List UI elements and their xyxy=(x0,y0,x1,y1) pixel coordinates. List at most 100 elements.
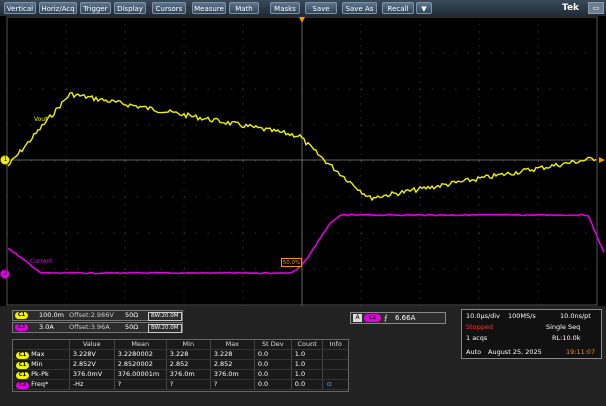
header-name xyxy=(13,340,70,350)
time-resolution: 10.0ns/pt xyxy=(560,312,591,320)
row-min: 3.228 xyxy=(166,349,211,360)
row-max: 376.0m xyxy=(210,369,255,380)
record-length: RL:10.0k xyxy=(552,334,581,342)
menu-recall[interactable]: Recall xyxy=(382,2,414,14)
header-stdev: St Dev xyxy=(254,340,292,350)
trigger-level: 6.66A xyxy=(395,314,416,322)
ch1-offset: Offset:2.986V xyxy=(69,311,114,319)
ch1-scale: 100.0m xyxy=(39,311,64,319)
trigger-source-badge: A xyxy=(353,314,362,322)
acquisition-state: Stopped xyxy=(466,323,494,331)
row-mean: 2.8520002 xyxy=(114,359,167,370)
measurement-header-row: Value Mean Min Max St Dev Count Info xyxy=(13,340,348,350)
ch1-marker-label: 1 xyxy=(3,156,8,163)
current-waveform-label: Current xyxy=(30,258,53,265)
ch2-scale: 3.0A xyxy=(39,323,54,331)
brand-logo: Tek xyxy=(562,3,580,13)
menu-display[interactable]: Display xyxy=(114,2,146,14)
trigger-mode: Auto xyxy=(466,348,482,356)
row-stdev: 0.0 xyxy=(254,379,292,390)
header-value: Value xyxy=(69,340,115,350)
ch2-badge: C2 xyxy=(15,324,28,331)
ch2-offset: Offset:3.96A xyxy=(69,323,110,331)
row-channel-badge: C1 xyxy=(16,362,29,369)
row-measure-name: Freq* xyxy=(31,380,49,388)
row-max: 3.228 xyxy=(210,349,255,360)
acquisition-date: August 25, 2025 xyxy=(488,348,542,356)
row-count: 1.0 xyxy=(291,349,324,360)
row-info xyxy=(322,359,348,370)
info-panel: C1 100.0m Offset:2.986V 50Ω BW:20.0M C2 … xyxy=(0,306,606,406)
row-channel-badge: C1 xyxy=(16,372,29,379)
sequence-mode: Single Seq xyxy=(546,323,581,331)
ch1-bandwidth: BW:20.0M xyxy=(148,312,182,321)
row-max: 2.852 xyxy=(210,359,255,370)
menu-save[interactable]: Save xyxy=(305,2,337,14)
header-info: Info xyxy=(322,340,348,350)
row-channel-badge: C1 xyxy=(16,352,29,359)
trigger-position-icon xyxy=(299,17,305,23)
trigger-level-icon xyxy=(599,157,605,163)
row-measure-name: Min xyxy=(31,360,43,368)
row-channel-badge: C2 xyxy=(16,382,29,389)
trigger-channel-badge: C2 xyxy=(364,314,381,322)
acquisition-time: 19:11:07 xyxy=(566,348,596,356)
menu-vertical[interactable]: Vertical xyxy=(4,2,36,14)
row-mean: ? xyxy=(114,379,167,390)
row-measure-name: Max xyxy=(31,350,45,358)
header-mean: Mean xyxy=(114,340,167,350)
header-max: Max xyxy=(210,340,255,350)
acquisition-count: 1 acqs xyxy=(466,334,488,342)
row-max: ? xyxy=(210,379,255,390)
row-info xyxy=(322,369,348,380)
measurement-row[interactable]: C2 Freq* -Hz ? ? ? 0.0 0.0 ⊙ xyxy=(13,379,348,390)
current-waveform xyxy=(7,213,605,275)
header-count: Count xyxy=(291,340,324,350)
row-min: 2.852 xyxy=(166,359,211,370)
timebase-scale: 10.0µs/div xyxy=(466,312,500,320)
row-stdev: 0.0 xyxy=(254,349,292,360)
menu-measure[interactable]: Measure xyxy=(192,2,226,14)
info-gauge-icon[interactable]: ⊙ xyxy=(322,379,348,390)
row-count: 1.0 xyxy=(291,369,324,380)
ch2-impedance: 50Ω xyxy=(125,323,139,331)
row-value: 2.852V xyxy=(69,359,115,370)
trigger-readout[interactable]: A C2 ⨍ 6.66A xyxy=(350,312,446,324)
menu-trigger[interactable]: Trigger xyxy=(80,2,111,14)
menu-horiz-acq[interactable]: Horiz/Acq xyxy=(39,2,77,14)
waveform-display[interactable]: 1 2 Vout Current 50.0% xyxy=(0,16,606,306)
row-count: 1.0 xyxy=(291,359,324,370)
menu-masks[interactable]: Masks xyxy=(270,2,300,14)
threshold-marker: 50.0% xyxy=(281,258,302,267)
row-measure-name: Pk-Pk xyxy=(31,370,49,378)
measurement-row[interactable]: C1 Max 3.228V 3.2280002 3.228 3.228 0.0 … xyxy=(13,349,348,360)
horizontal-acquisition-readout[interactable]: 10.0µs/div 100MS/s 10.0ns/pt Stopped Sin… xyxy=(461,309,602,359)
ch2-settings[interactable]: C2 3.0A Offset:3.96A 50Ω BW:20.0M xyxy=(12,322,183,333)
header-min: Min xyxy=(166,340,211,350)
trigger-slope-icon: ⨍ xyxy=(384,314,388,322)
row-count: 0.0 xyxy=(291,379,324,390)
window-restore-button[interactable]: ▭ xyxy=(588,2,604,14)
vout-waveform-label: Vout xyxy=(34,116,48,123)
row-stdev: 0.0 xyxy=(254,369,292,380)
row-info xyxy=(322,349,348,360)
waveform-graticule xyxy=(0,16,605,306)
menu-cursors[interactable]: Cursors xyxy=(152,2,186,14)
menu-save-as[interactable]: Save As xyxy=(342,2,377,14)
ch1-impedance: 50Ω xyxy=(125,311,139,319)
measurement-table[interactable]: Value Mean Min Max St Dev Count Info C1 … xyxy=(12,339,349,392)
row-value: -Hz xyxy=(69,379,115,390)
sample-rate: 100MS/s xyxy=(508,312,536,320)
menu-more-dropdown[interactable]: ▼ xyxy=(416,2,432,14)
ch1-settings[interactable]: C1 100.0m Offset:2.986V 50Ω BW:20.0M xyxy=(12,310,183,321)
row-mean: 376.00001m xyxy=(114,369,167,380)
menu-bar: Vertical Horiz/Acq Trigger Display Curso… xyxy=(0,0,606,16)
menu-math[interactable]: Math xyxy=(229,2,259,14)
measurement-row[interactable]: C1 Pk-Pk 376.0mV 376.00001m 376.0m 376.0… xyxy=(13,369,348,380)
ch1-badge: C1 xyxy=(15,312,28,319)
measurement-row[interactable]: C1 Min 2.852V 2.8520002 2.852 2.852 0.0 … xyxy=(13,359,348,370)
ch2-bandwidth: BW:20.0M xyxy=(148,324,182,333)
row-value: 376.0mV xyxy=(69,369,115,380)
row-mean: 3.2280002 xyxy=(114,349,167,360)
ch2-marker-label: 2 xyxy=(3,270,8,277)
